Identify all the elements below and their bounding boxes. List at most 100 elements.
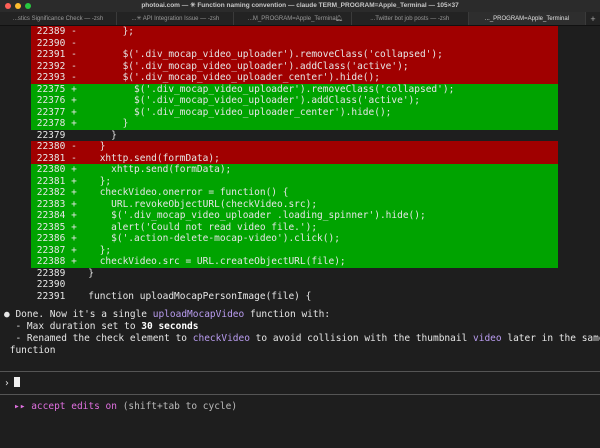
diff-sign: + <box>71 83 77 95</box>
diff-sign: - <box>71 26 77 37</box>
code-ref: checkVideo <box>192 333 250 344</box>
diff-line-ctx: 22379 } <box>31 130 558 142</box>
line-number: 22393 <box>36 72 66 83</box>
code: } <box>82 267 94 279</box>
window-title: photoai.com — ✳ Function naming conventi… <box>141 2 459 9</box>
diff-sign: - <box>71 72 77 83</box>
line-number: 22381 <box>36 175 66 187</box>
line-number: 22391 <box>36 290 66 302</box>
line-number: 22386 <box>36 233 66 244</box>
title-bar: photoai.com — ✳ Function naming conventi… <box>0 0 600 12</box>
text: to avoid collision with the thumbnail <box>249 333 474 344</box>
diff-sign: + <box>71 175 77 187</box>
divider <box>0 394 600 395</box>
diff-line-add: 22387 + }; <box>31 244 558 256</box>
diff-sign: + <box>71 95 77 106</box>
code: alert('Could not read video file.'); <box>82 221 318 233</box>
diff-sign: + <box>71 233 77 244</box>
diff-line-ctx: 22390 <box>31 279 558 291</box>
diff-line-del: 22390 - <box>31 37 558 49</box>
diff-sign: - <box>71 37 77 49</box>
line-number: 22390 <box>36 37 66 49</box>
text: function with: <box>244 309 331 320</box>
text: - Renamed the check element to <box>4 333 193 344</box>
diff-sign: + <box>71 118 77 129</box>
line-number: 22377 <box>36 106 66 118</box>
diff-line-add: 22376 + $('.div_mocap_video_uploader').a… <box>31 95 558 107</box>
diff-sign <box>71 268 77 279</box>
diff-line-del: 22381 - xhttp.send(formData); <box>31 152 558 164</box>
diff-line-add: 22382 + checkVideo.onerror = function() … <box>31 187 558 199</box>
diff-line-add: 22375 + $('.div_mocap_video_uploader').r… <box>31 83 558 95</box>
text: - Max duration set to <box>4 321 142 332</box>
prompt-input[interactable]: › <box>4 377 20 389</box>
diff-line-ctx: 22391 function uploadMocapPersonImage(fi… <box>31 291 558 303</box>
tab-1[interactable]: ...stics Significance Check — -zsh <box>0 12 118 25</box>
tab-4[interactable]: ...Twitter bot job posts — -zsh <box>352 12 469 25</box>
code: $('.action-delete-mocap-video').click(); <box>82 233 340 244</box>
code: } <box>82 129 117 141</box>
message-line-3: - Renamed the check element to checkVide… <box>4 333 600 345</box>
diff-line-del: 22389 - }; <box>31 26 558 38</box>
status-line: ▸▸ accept edits on (shift+tab to cycle) <box>14 401 237 412</box>
code: }; <box>82 175 112 187</box>
tab-label: ..._PROGRAM=Apple_Terminal <box>484 15 570 22</box>
line-number: 22390 <box>36 279 66 290</box>
line-number: 22387 <box>36 244 66 256</box>
line-number: 22384 <box>36 210 66 221</box>
diff-sign: + <box>71 244 77 256</box>
code: $('.div_mocap_video_uploader_center').hi… <box>82 72 380 83</box>
diff-sign: - <box>71 49 77 60</box>
tab-3[interactable]: ...M_PROGRAM=Apple_Terminal 🔔︎ <box>234 12 352 25</box>
bell-icon: 🔔︎ <box>334 16 343 22</box>
line-number: 22380 <box>36 141 66 152</box>
bold-text: 30 seconds <box>141 321 199 332</box>
diff-line-del: 22392 - $('.div_mocap_video_uploader').a… <box>31 60 558 72</box>
code: $('.div_mocap_video_uploader').addClass(… <box>82 60 409 72</box>
code: } <box>82 141 106 152</box>
code: checkVideo.src = URL.createObjectURL(fil… <box>82 256 346 267</box>
new-tab-button[interactable]: + <box>586 12 600 25</box>
line-number: 22375 <box>36 83 66 95</box>
code: }; <box>82 244 112 256</box>
line-number: 22389 <box>36 26 66 37</box>
code: function uploadMocapPersonImage(file) { <box>82 290 312 302</box>
diff-sign: - <box>71 60 77 72</box>
diff-line-add: 22381 + }; <box>31 175 558 187</box>
code: checkVideo.onerror = function() { <box>82 187 289 198</box>
message-line-1: ● Done. Now it's a single uploadMocapVid… <box>4 309 330 321</box>
line-number: 22378 <box>36 118 66 129</box>
message-line-2: - Max duration set to 30 seconds <box>4 321 198 333</box>
line-number: 22380 <box>36 164 66 175</box>
diff-sign: + <box>71 256 77 267</box>
diff-line-add: 22377 + $('.div_mocap_video_uploader_cen… <box>31 106 558 118</box>
tab-5-active[interactable]: ..._PROGRAM=Apple_Terminal <box>468 12 587 25</box>
code: xhttp.send(formData); <box>82 164 232 175</box>
line-number: 22376 <box>36 95 66 106</box>
code: xhttp.send(formData); <box>82 152 220 164</box>
diff-sign: + <box>71 221 77 233</box>
diff-line-ctx: 22389 } <box>31 268 558 280</box>
diff-sign <box>71 130 77 141</box>
code: $('.div_mocap_video_uploader .loading_sp… <box>82 210 426 221</box>
diff-sign <box>71 291 77 302</box>
diff-line-add: 22380 + xhttp.send(formData); <box>31 164 558 176</box>
diff-line-add: 22383 + URL.revokeObjectURL(checkVideo.s… <box>31 198 558 210</box>
diff-line-add: 22378 + } <box>31 118 558 130</box>
line-number: 22383 <box>36 198 66 210</box>
cursor <box>13 377 20 387</box>
text: Done. Now it's a single <box>9 309 153 320</box>
diff-line-add: 22385 + alert('Could not read video file… <box>31 221 558 233</box>
tab-2[interactable]: ...✳ API Integration Issue — -zsh <box>117 12 235 25</box>
tab-label: ...Twitter bot job posts — -zsh <box>370 15 450 22</box>
code-ref: video <box>473 333 502 344</box>
diff-sign: - <box>71 152 77 164</box>
fast-forward-icon: ▸▸ <box>14 401 26 412</box>
tab-label: ...stics Significance Check — -zsh <box>12 15 104 22</box>
code: $('.div_mocap_video_uploader').removeCla… <box>82 83 455 95</box>
diff-line-add: 22386 + $('.action-delete-mocap-video').… <box>31 233 558 245</box>
code-ref: uploadMocapVideo <box>152 309 245 320</box>
diff-line-add: 22384 + $('.div_mocap_video_uploader .lo… <box>31 210 558 222</box>
divider <box>0 371 600 372</box>
prompt-chevron-icon: › <box>4 378 10 389</box>
